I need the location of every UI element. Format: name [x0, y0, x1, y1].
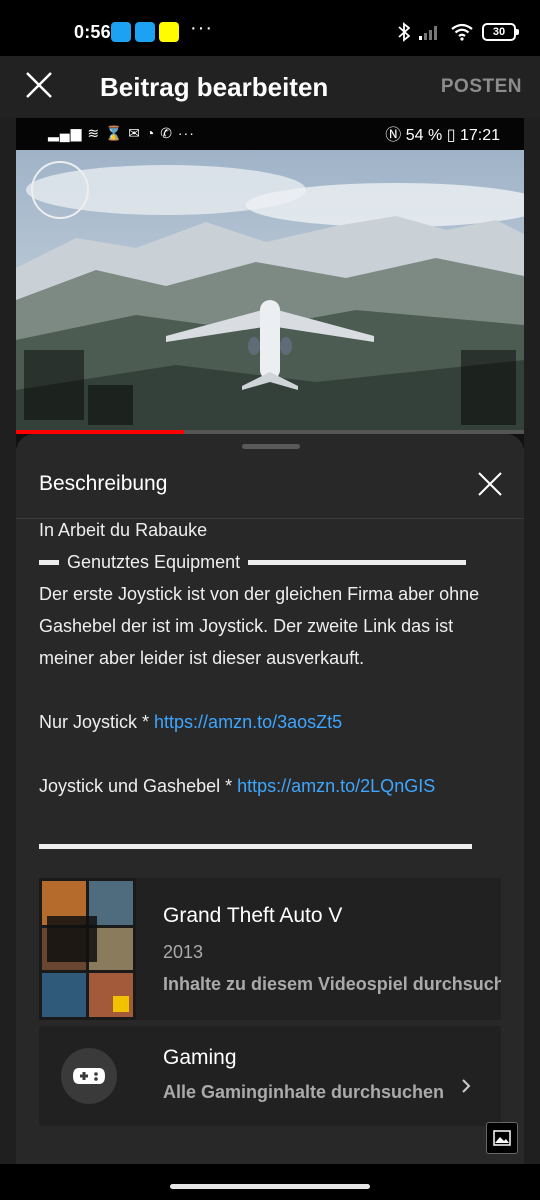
twitter-icon [111, 22, 131, 42]
description-sheet: Beschreibung In Arbeit du Rabauke Genutz… [16, 434, 524, 1164]
inner-status-bar: ▂▄▆ ≋ ⌛ ✉ ◔ ✆ ··· Ⓝ 54 % ▯ 17:21 [16, 118, 524, 150]
app-header: Beitrag bearbeiten POSTEN [0, 56, 540, 118]
joystick-throttle-label: Joystick und Gashebel * [39, 776, 238, 796]
bluetooth-icon [398, 22, 410, 42]
game-cover-image [39, 878, 136, 1020]
close-icon[interactable] [22, 68, 56, 102]
more-notifications-icon: ··· [190, 17, 213, 39]
sheet-title: Beschreibung [39, 472, 168, 495]
drag-handle[interactable] [242, 444, 300, 449]
equipment-heading: Genutztes Equipment [39, 546, 509, 578]
description-rule [39, 844, 472, 849]
nfc-icon: Ⓝ [385, 127, 402, 144]
battery-icon: 30 [482, 23, 519, 41]
wifi-icon [451, 23, 473, 41]
battery-small-icon: ▯ [446, 127, 456, 144]
inner-status-icons: ▂▄▆ ≋ ⌛ ✉ ◔ ✆ ··· [48, 125, 195, 141]
joystick-throttle-link[interactable]: https://amzn.to/2LQnGIS [237, 776, 435, 796]
description-text: In Arbeit du Rabauke Genutztes Equipment… [39, 514, 509, 802]
status-bar: 0:56 ··· 30 [0, 0, 540, 56]
inner-time: 17:21 [459, 127, 500, 144]
page-title: Beitrag bearbeiten [100, 72, 329, 102]
inner-status-right: Ⓝ 54 % ▯ 17:21 [385, 121, 500, 145]
equipment-rule-right [248, 559, 467, 565]
image-icon[interactable] [486, 1122, 518, 1154]
gamepad-icon [61, 1048, 117, 1104]
gaming-title: Gaming [163, 1046, 237, 1069]
signal-icon [419, 26, 437, 40]
game-year: 2013 [163, 942, 204, 962]
desc-paragraph: Der erste Joystick ist von der gleichen … [39, 584, 480, 668]
game-title: Grand Theft Auto V [163, 904, 343, 927]
system-nav-bar [0, 1164, 540, 1200]
flight-sim-frame [16, 150, 524, 432]
close-sheet-icon[interactable] [476, 470, 504, 498]
equipment-rule-left [39, 559, 59, 565]
joystick-label: Nur Joystick * [39, 712, 155, 732]
gaming-browse-link[interactable]: Alle Gaminginhalte durchsuchen [163, 1082, 444, 1103]
battery-percent: 54 % [405, 127, 443, 144]
twitter-icon-2 [135, 22, 155, 42]
status-time: 0:56 [74, 22, 111, 42]
snapchat-icon [159, 22, 179, 42]
joystick-throttle-line: Joystick und Gashebel * https://amzn.to/… [39, 770, 509, 802]
desc-line-1: In Arbeit du Rabauke [39, 520, 208, 540]
joystick-link[interactable]: https://amzn.to/3aosZt5 [154, 712, 342, 732]
game-card[interactable]: Grand Theft Auto V 2013 Inhalte zu diese… [39, 878, 501, 1020]
equipment-label: Genutztes Equipment [67, 552, 241, 572]
home-gesture-bar[interactable] [170, 1184, 370, 1189]
joystick-line: Nur Joystick * https://amzn.to/3aosZt5 [39, 706, 509, 738]
video-preview[interactable]: ▂▄▆ ≋ ⌛ ✉ ◔ ✆ ··· Ⓝ 54 % ▯ 17:21 [16, 118, 524, 448]
chevron-right-icon[interactable] [459, 1079, 473, 1093]
game-browse-link[interactable]: Inhalte zu diesem Videospiel durchsuchen [163, 974, 501, 995]
gaming-card[interactable]: Gaming Alle Gaminginhalte durchsuchen [39, 1026, 501, 1126]
post-button[interactable]: POSTEN [441, 76, 522, 98]
status-icons: 30 [398, 21, 519, 43]
